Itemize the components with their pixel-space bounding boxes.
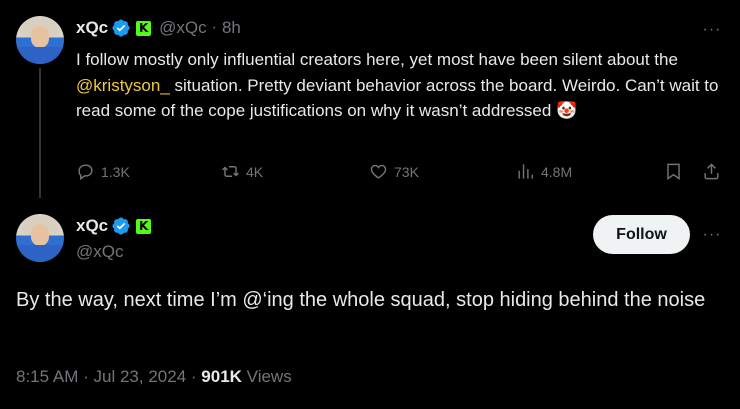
share-icon [704,163,719,180]
main-handle-row: @xQc [76,242,123,262]
main-author-name-row: xQc K [76,216,152,236]
bookmark-icon [667,163,680,181]
like-button[interactable]: 73K [369,162,419,181]
verified-badge-icon [111,18,131,38]
verified-badge-icon [111,216,131,236]
reply-text-before: I follow mostly only influential creator… [76,50,678,69]
views-icon [518,164,533,179]
main-tweet-text: By the way, next time I’m @‘ing the whol… [16,289,706,311]
reply-more-button[interactable]: ··· [700,18,724,42]
thread-line [39,68,41,198]
repost-count: 4K [246,163,264,180]
meta-separator: · [83,367,89,386]
clown-emoji: 🤡 [556,101,578,120]
reply-avatar[interactable] [16,16,64,64]
views-total: 901K [201,367,242,386]
heart-icon [370,164,387,179]
views-label: Views [246,367,292,386]
share-button[interactable] [702,162,727,181]
views-button[interactable]: 4.8M [516,162,572,181]
meta-separator: · [190,367,197,386]
reply-text: I follow mostly only influential creator… [76,47,726,124]
kick-badge-icon: K [136,20,152,36]
tweet-meta: 8:15 AM · Jul 23, 2024 · 901K Views [16,367,292,387]
main-handle[interactable]: @xQc [76,242,123,262]
reply-text-after: situation. Pretty deviant behavior acros… [76,75,719,121]
reply-time[interactable]: 8h [222,18,241,38]
reply-actions: 1.3K 4K 73K 4.8M [76,162,724,186]
follow-button[interactable]: Follow [593,215,690,254]
separator: · [211,19,217,36]
main-more-button[interactable]: ··· [700,223,724,247]
like-count: 73K [394,163,419,180]
main-avatar[interactable] [16,214,64,262]
bookmark-button[interactable] [664,162,689,181]
reply-icon [78,164,93,180]
reply-button[interactable]: 1.3K [76,162,130,181]
repost-button[interactable]: 4K [221,162,263,181]
reply-header: xQc K @xQc · 8h [76,18,241,38]
repost-icon [222,166,239,177]
tweet-date[interactable]: Jul 23, 2024 [94,367,187,386]
main-author-name[interactable]: xQc [76,216,108,236]
reply-author-name[interactable]: xQc [76,18,108,38]
kick-badge-icon: K [136,218,152,234]
reply-count: 1.3K [101,163,130,180]
mention-link[interactable]: @kristyson_ [76,76,170,95]
reply-handle[interactable]: @xQc [159,18,206,38]
tweet-time[interactable]: 8:15 AM [16,367,78,386]
views-count: 4.8M [541,163,573,180]
